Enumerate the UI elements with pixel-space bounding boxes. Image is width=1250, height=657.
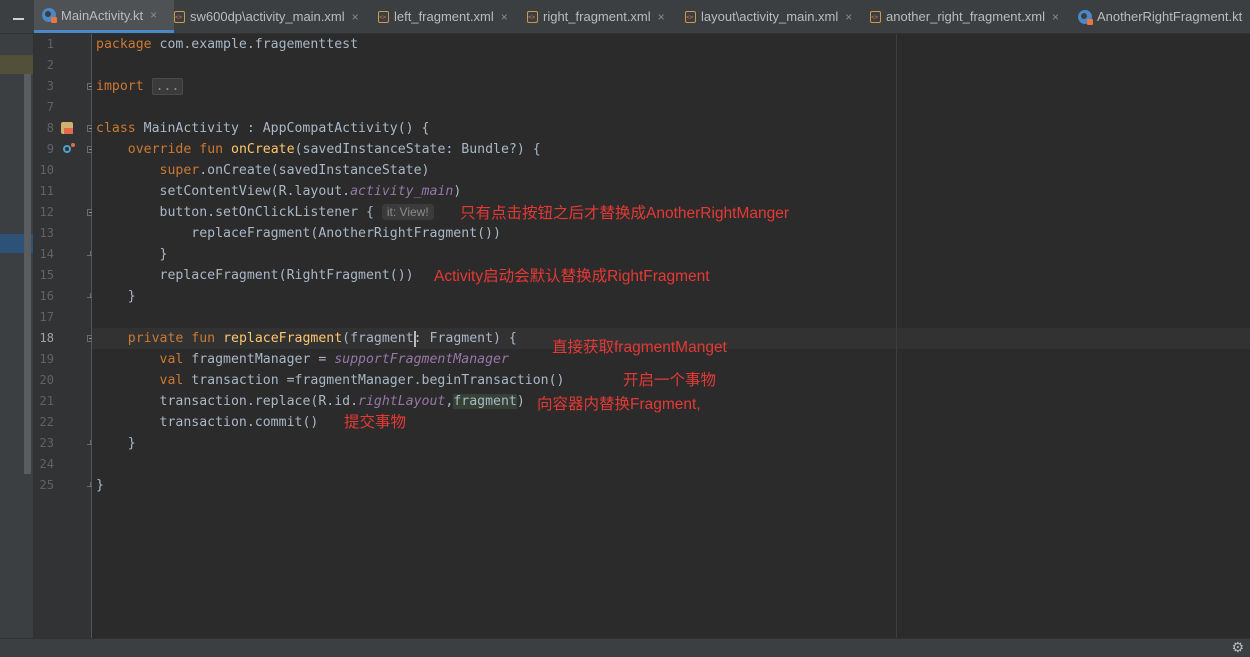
annotation-note: 直接获取fragmentManget — [552, 339, 727, 356]
line-number: 7 — [46, 100, 54, 114]
line-number: 3 — [46, 79, 54, 93]
kotlin-file-icon — [42, 8, 57, 23]
tab-label: sw600dp\activity_main.xml — [190, 9, 345, 24]
xml-file-icon — [174, 10, 185, 23]
close-icon[interactable]: × — [1052, 10, 1059, 24]
xml-file-icon — [378, 10, 389, 23]
code-line: val fragmentManager = supportFragmentMan… — [159, 352, 509, 367]
line-number: 13 — [39, 226, 54, 240]
tab-layout-activity-main[interactable]: layout\activity_main.xml × — [677, 0, 852, 33]
editor-tab-bar: MainActivity.kt × sw600dp\activity_main.… — [0, 0, 1250, 34]
close-icon[interactable]: × — [352, 10, 359, 24]
line-number: 20 — [39, 373, 54, 387]
annotation-note: 只有点击按钮之后才替换成AnotherRightManger — [460, 205, 790, 222]
tab-another-right-fragment-xml[interactable]: another_right_fragment.xml × — [862, 0, 1059, 33]
tab-mainactivity-kt[interactable]: MainActivity.kt × — [34, 0, 174, 33]
tab-right-fragment[interactable]: right_fragment.xml × — [519, 0, 665, 33]
close-icon[interactable]: × — [658, 10, 665, 24]
line-number: 8 — [46, 121, 54, 135]
code-line-current: private fun replaceFragment(fragment: Fr… — [127, 331, 517, 346]
close-icon[interactable]: × — [150, 8, 157, 22]
code-line: replaceFragment(RightFragment()) — [159, 268, 414, 283]
right-margin-guide — [896, 34, 897, 638]
collapse-icon[interactable] — [0, 0, 33, 33]
code-line: } — [96, 478, 104, 493]
left-tool-strip — [0, 34, 34, 638]
structure-scrollbar[interactable] — [24, 74, 31, 474]
code-line: replaceFragment(AnotherRightFragment()) — [191, 226, 501, 241]
tab-another-right-fragment-kt[interactable]: AnotherRightFragment.kt — [1070, 0, 1242, 33]
override-method-icon[interactable] — [63, 143, 75, 153]
annotation-note: 向容器内替换Fragment, — [537, 396, 701, 413]
code-line: transaction.commit() — [159, 415, 319, 430]
code-line: super.onCreate(savedInstanceState) — [159, 163, 430, 178]
line-number: 11 — [39, 184, 54, 198]
line-number-gutter: 1 2 3 7 8 9 10 11 12 13 14 15 16 17 18 1… — [34, 34, 94, 638]
line-number: 19 — [39, 352, 54, 366]
tab-sw600dp-activity-main[interactable]: sw600dp\activity_main.xml × — [166, 0, 359, 33]
kotlin-file-icon — [1078, 9, 1093, 25]
tab-label: left_fragment.xml — [394, 9, 494, 24]
highlighted-parameter: fragment — [453, 394, 517, 409]
line-number: 16 — [39, 289, 54, 303]
tab-label: right_fragment.xml — [543, 9, 651, 24]
activity-class-icon[interactable] — [61, 122, 73, 134]
code-line: transaction.replace(R.id.rightLayout,fra… — [159, 394, 525, 409]
code-line: } — [127, 289, 136, 304]
folded-imports[interactable]: ... — [151, 78, 184, 95]
code-line: val transaction =fragmentManager.beginTr… — [159, 373, 565, 388]
code-editor[interactable]: package com.example.fragementtest import… — [92, 34, 1250, 638]
line-number: 21 — [39, 394, 54, 408]
close-icon[interactable]: × — [845, 10, 852, 24]
code-line: package com.example.fragementtest — [96, 37, 359, 52]
line-number: 9 — [46, 142, 54, 156]
tab-label: layout\activity_main.xml — [701, 9, 839, 24]
line-number: 17 — [39, 310, 54, 324]
code-line: setContentView(R.layout.activity_main) — [159, 184, 462, 199]
annotation-note: 提交事物 — [344, 414, 407, 431]
line-number: 10 — [39, 163, 54, 177]
gear-icon[interactable]: ⚙ — [1231, 640, 1244, 656]
xml-file-icon — [870, 10, 881, 23]
code-line: button.setOnClickListener { it: View! — [96, 202, 434, 223]
text-caret — [414, 331, 416, 347]
xml-file-icon — [527, 10, 538, 23]
code-line: } — [159, 247, 168, 262]
line-number: 23 — [39, 436, 54, 450]
parameter-hint: it: View! — [381, 204, 434, 220]
code-line: override fun onCreate(savedInstanceState… — [127, 142, 541, 157]
status-bar: ⚙ — [0, 638, 1250, 657]
xml-file-icon — [685, 10, 696, 23]
tab-label: another_right_fragment.xml — [886, 9, 1045, 24]
annotation-note: Activity启动会默认替换成RightFragment — [434, 268, 710, 285]
code-line: } — [127, 436, 136, 451]
code-line: class MainActivity : AppCompatActivity()… — [96, 121, 430, 136]
close-icon[interactable]: × — [501, 10, 508, 24]
line-number: 14 — [39, 247, 54, 261]
line-number-current: 18 — [39, 331, 54, 345]
line-number: 22 — [39, 415, 54, 429]
line-number: 12 — [39, 205, 54, 219]
strip-highlight — [0, 55, 33, 74]
line-number: 25 — [39, 478, 54, 492]
tab-label: MainActivity.kt — [61, 7, 144, 23]
annotation-note: 开启一个事物 — [623, 372, 717, 389]
line-number: 1 — [46, 37, 54, 51]
code-line: import ... — [96, 76, 184, 97]
line-number: 2 — [46, 58, 54, 72]
line-number: 15 — [39, 268, 54, 282]
line-number: 24 — [39, 457, 54, 471]
tab-label: AnotherRightFragment.kt — [1097, 9, 1243, 24]
tab-left-fragment[interactable]: left_fragment.xml × — [370, 0, 508, 33]
